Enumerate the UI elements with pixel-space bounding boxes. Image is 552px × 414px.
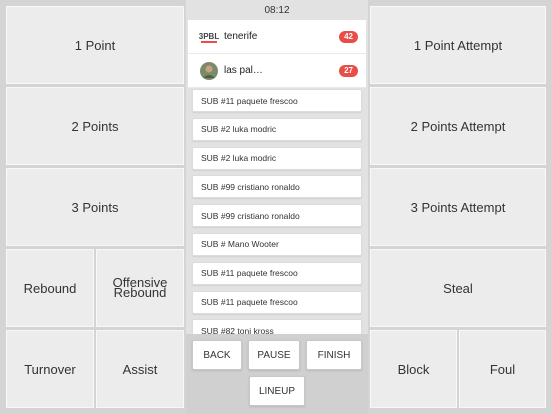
team-name-home: tenerife bbox=[224, 31, 258, 42]
team-name-away: las pal… bbox=[224, 65, 263, 76]
team-score-list: 3PBL tenerife 42 las pal… 27 bbox=[188, 20, 366, 88]
team-logo-away bbox=[198, 61, 220, 80]
two-points-attempt-label: 2 Points Attempt bbox=[410, 118, 506, 134]
team-row-away[interactable]: las pal… 27 bbox=[188, 54, 366, 88]
log-item[interactable]: SUB #99 cristiano ronaldo bbox=[192, 204, 362, 228]
two-points-label: 2 Points bbox=[71, 118, 119, 134]
game-clock: 08:12 bbox=[264, 5, 290, 16]
log-item[interactable]: SUB #2 luka modric bbox=[192, 146, 362, 170]
offensive-rebound-label-line2: Rebound bbox=[113, 285, 167, 300]
back-button[interactable]: BACK bbox=[192, 340, 242, 370]
rebound-label: Rebound bbox=[23, 280, 77, 296]
one-point-attempt-label: 1 Point Attempt bbox=[413, 37, 503, 53]
block-button[interactable]: Block bbox=[370, 330, 457, 408]
center-panel: 08:12 3PBL tenerife 42 las pal… 27 SUB #… bbox=[186, 0, 368, 414]
team-score-badge-away: 27 bbox=[339, 64, 358, 77]
two-points-attempt-button[interactable]: 2 Points Attempt bbox=[370, 87, 546, 165]
three-points-attempt-label: 3 Points Attempt bbox=[410, 199, 506, 215]
team-score-badge-home: 42 bbox=[339, 30, 358, 43]
assist-button[interactable]: Assist bbox=[96, 330, 184, 408]
svg-text:3PBL: 3PBL bbox=[199, 32, 220, 41]
turnover-button[interactable]: Turnover bbox=[6, 330, 94, 408]
pause-button[interactable]: PAUSE bbox=[248, 340, 300, 370]
log-item[interactable]: SUB #11 paquete frescoo bbox=[192, 89, 362, 112]
steal-button[interactable]: Steal bbox=[370, 249, 546, 327]
assist-label: Assist bbox=[122, 361, 158, 377]
log-item[interactable]: SUB #99 cristiano ronaldo bbox=[192, 175, 362, 199]
lineup-button[interactable]: LINEUP bbox=[249, 376, 305, 406]
steal-label: Steal bbox=[443, 280, 473, 296]
offensive-rebound-button[interactable]: Offensive Rebound bbox=[96, 249, 184, 327]
log-item[interactable]: SUB #11 paquete frescoo bbox=[192, 261, 362, 285]
rebound-button[interactable]: Rebound bbox=[6, 249, 94, 327]
one-point-attempt-button[interactable]: 1 Point Attempt bbox=[370, 6, 546, 84]
log-item[interactable]: SUB # Mano Wooter bbox=[192, 232, 362, 256]
log-item[interactable]: SUB #11 paquete frescoo bbox=[192, 290, 362, 314]
block-label: Block bbox=[397, 361, 430, 377]
foul-label: Foul bbox=[489, 361, 516, 377]
game-controls: BACK PAUSE FINISH LINEUP bbox=[186, 334, 368, 414]
log-item[interactable]: SUB #2 luka modric bbox=[192, 117, 362, 141]
one-point-button[interactable]: 1 Point bbox=[6, 6, 184, 84]
three-points-attempt-button[interactable]: 3 Points Attempt bbox=[370, 168, 546, 246]
turnover-label: Turnover bbox=[24, 361, 76, 377]
foul-button[interactable]: Foul bbox=[459, 330, 546, 408]
finish-button[interactable]: FINISH bbox=[306, 340, 362, 370]
one-point-label: 1 Point bbox=[74, 37, 116, 53]
event-log[interactable]: SUB #11 paquete frescoo SUB #2 luka modr… bbox=[192, 89, 362, 348]
team-logo-home: 3PBL bbox=[198, 28, 220, 46]
three-points-button[interactable]: 3 Points bbox=[6, 168, 184, 246]
three-points-label: 3 Points bbox=[71, 199, 119, 215]
team-row-home[interactable]: 3PBL tenerife 42 bbox=[188, 20, 366, 54]
two-points-button[interactable]: 2 Points bbox=[6, 87, 184, 165]
